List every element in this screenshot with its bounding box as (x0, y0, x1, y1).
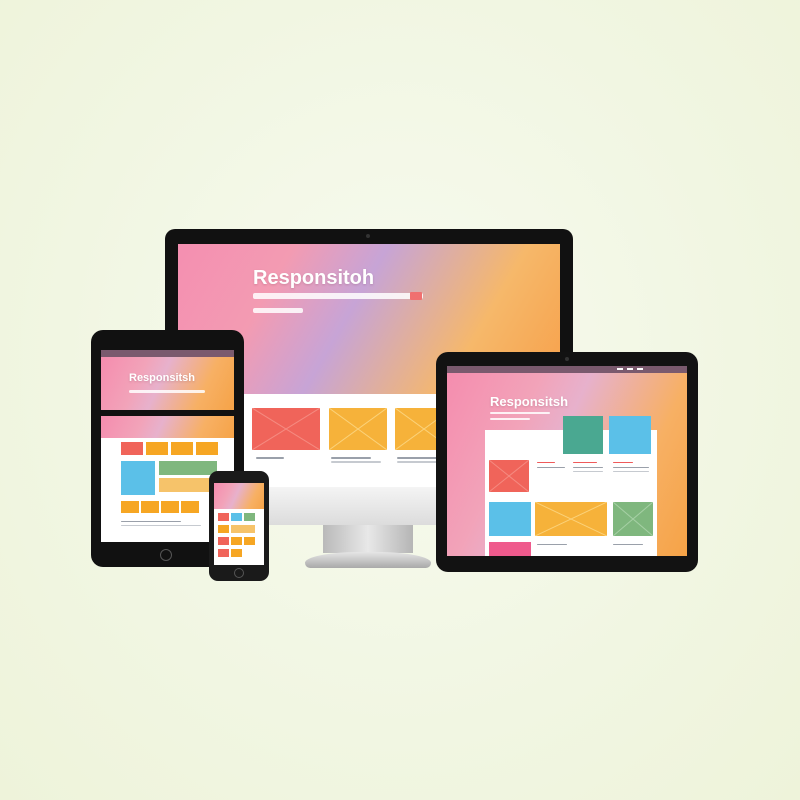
tablet-nav-bar (101, 350, 234, 357)
image-placeholder-icon (489, 460, 529, 492)
image-placeholder-icon (252, 408, 320, 450)
landscape-content-panel (485, 416, 657, 556)
tablet-landscape: Responsitsh (436, 352, 698, 572)
tablet-search-bar[interactable] (129, 390, 205, 393)
phone-thumb (218, 525, 229, 533)
landscape-text-line (613, 471, 649, 472)
image-placeholder-icon (329, 408, 387, 450)
nav-link[interactable] (637, 368, 643, 370)
phone-thumb (231, 549, 242, 557)
monitor-hero-title: Responsitoh (253, 267, 375, 289)
tablet-hero: Responsitsh (101, 357, 234, 410)
landscape-thumb (563, 416, 603, 454)
phone-thumb (231, 513, 242, 521)
landscape-text-line (537, 467, 565, 468)
monitor-subtitle-bar (253, 308, 303, 313)
tablet-thumb (146, 442, 168, 455)
landscape-text-line (573, 462, 597, 463)
landscape-thumb (609, 416, 651, 454)
landscape-thumb (489, 460, 529, 492)
landscape-thumb (489, 542, 531, 556)
phone-thumb (244, 537, 255, 545)
landscape-text-line (537, 462, 555, 463)
landscape-sub-bar (490, 418, 530, 420)
tablet-second-hero (101, 416, 234, 438)
landscape-text-line (573, 467, 603, 468)
landscape-thumb (535, 502, 607, 536)
tablet-landscape-screen: Responsitsh (447, 366, 687, 556)
landscape-text-line (537, 544, 567, 545)
tablet-thumb (141, 501, 159, 513)
landscape-text-line (613, 467, 649, 468)
monitor-card-text (331, 461, 381, 463)
nav-link[interactable] (627, 368, 633, 370)
camera-dot (366, 234, 370, 238)
landscape-text-line (573, 471, 603, 472)
tablet-thumb (121, 461, 155, 495)
monitor-card-image-1 (252, 408, 320, 450)
image-placeholder-icon (535, 502, 607, 536)
monitor-card-text (256, 457, 284, 459)
landscape-thumb (489, 502, 531, 536)
tablet-hero-title: Responsitsh (129, 372, 196, 384)
image-placeholder-icon (613, 502, 653, 536)
monitor-stand-base (305, 552, 431, 568)
tablet-thumb (171, 442, 193, 455)
landscape-text-line (613, 544, 643, 545)
phone-thumb (218, 537, 229, 545)
camera-dot (565, 357, 569, 361)
tablet-thumb (161, 501, 179, 513)
nav-link[interactable] (617, 368, 623, 370)
phone-thumb (218, 549, 229, 557)
landscape-nav-bar (447, 366, 687, 373)
tablet-text-line (121, 525, 201, 526)
tablet-thumb (181, 501, 199, 513)
monitor-card-image-2 (329, 408, 387, 450)
phone-screen (214, 483, 264, 565)
smartphone (209, 471, 269, 581)
monitor-search-button[interactable] (410, 292, 422, 300)
monitor-card-text (397, 457, 441, 459)
phone-thumb (244, 513, 255, 521)
phone-thumb (231, 537, 242, 545)
monitor-stand-neck (323, 525, 413, 553)
phone-thumb (231, 525, 255, 533)
landscape-thumb (613, 502, 653, 536)
phone-home-button[interactable] (234, 568, 244, 578)
phone-hero (214, 483, 264, 509)
landscape-text-line (613, 462, 633, 463)
tablet-home-button[interactable] (160, 549, 172, 561)
tablet-text-line (121, 521, 181, 522)
monitor-card-text (331, 457, 371, 459)
tablet-thumb (121, 501, 139, 513)
device-mockup-scene: { "scene": { "description_title": "", "h… (0, 0, 800, 800)
landscape-hero-title: Responsitsh (490, 394, 569, 409)
monitor-search-bar[interactable] (253, 293, 423, 299)
landscape-search-bar[interactable] (490, 412, 550, 414)
phone-thumb (218, 513, 229, 521)
tablet-thumb (196, 442, 218, 455)
tablet-thumb (121, 442, 143, 455)
